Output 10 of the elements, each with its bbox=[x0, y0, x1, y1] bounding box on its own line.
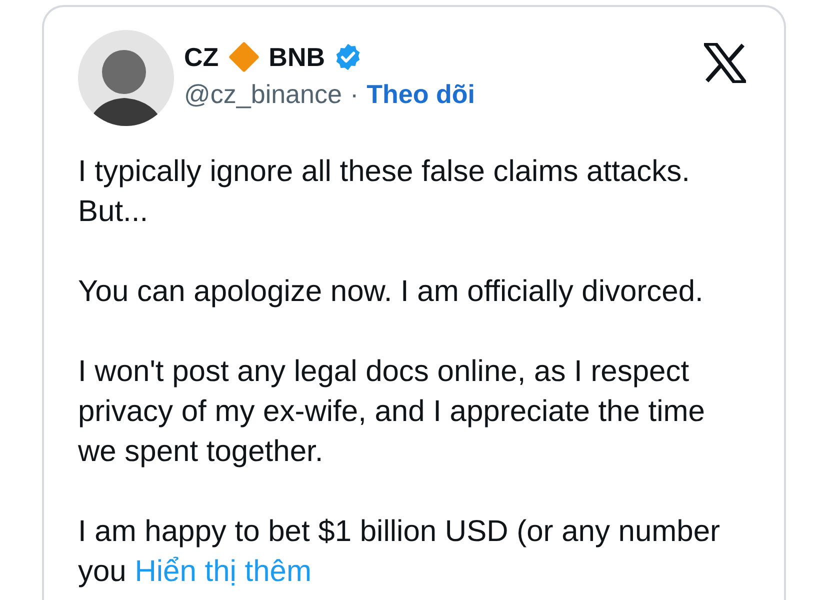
tweet-text: You can apologize now. I am officially divorced. bbox=[78, 274, 704, 310]
tweet-text: I typically ignore all these false claims attacks. But... bbox=[78, 154, 691, 230]
separator: · bbox=[350, 78, 359, 110]
tweet-text: I am happy to bet $1 billion USD (or any number you Hiển thị thêm bbox=[78, 514, 721, 590]
tweet-text: I won't post any legal docs online, as I respect privacy of my ex-wife, and I appreciate the time we spent together. bbox=[78, 354, 706, 470]
author-name[interactable]: CZ bbox=[184, 41, 219, 73]
follow-link[interactable]: Theo dõi bbox=[366, 78, 475, 110]
x-logo-icon[interactable] bbox=[704, 43, 746, 83]
user-handle[interactable]: @cz_binance bbox=[184, 78, 342, 110]
author-name[interactable]: BNB bbox=[268, 41, 326, 73]
